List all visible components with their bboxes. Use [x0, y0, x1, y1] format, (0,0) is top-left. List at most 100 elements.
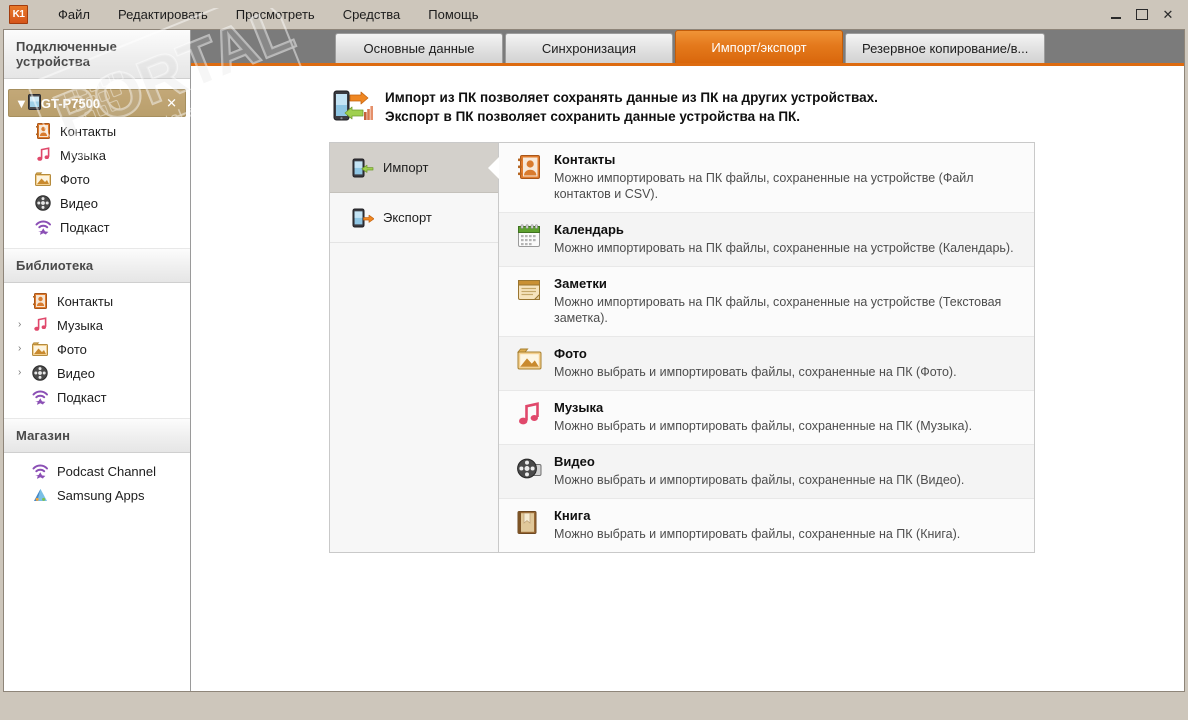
music-icon [34, 147, 52, 163]
tab-strip: Основные данные Синхронизация Импорт/экс… [191, 30, 1184, 66]
sidebar-section-store: Магазин [4, 418, 190, 453]
chevron-right-icon[interactable]: › [18, 344, 31, 354]
sidebar-item-label: Видео [60, 195, 98, 211]
sidebar-item-label: Контакты [60, 123, 117, 139]
minimize-icon[interactable] [1104, 4, 1128, 26]
export-icon [352, 208, 375, 228]
menu-file[interactable]: Файл [44, 4, 104, 25]
list-item-text: Календарь Можно импортировать на ПК файл… [554, 222, 1014, 256]
menu-bar: K1 Файл Редактировать Просмотреть Средст… [0, 0, 1188, 29]
video-icon [517, 456, 543, 482]
intro-line-1: Импорт из ПК позволяет сохранять данные … [385, 90, 878, 105]
list-item-music[interactable]: Музыка Можно выбрать и импортировать фай… [499, 391, 1034, 445]
tab-import-export[interactable]: Импорт/экспорт [675, 30, 843, 63]
sidebar-item-label: Музыка [60, 147, 106, 163]
sidebar-device-group: ▼ GT-P7500 ✕ Контакты Музыка Фото Видео … [4, 79, 190, 248]
close-icon[interactable]: ✕ [1156, 4, 1180, 26]
list-item-title: Музыка [554, 400, 604, 415]
list-item-desc: Можно импортировать на ПК файлы, сохране… [554, 171, 974, 201]
podcast-icon [31, 463, 49, 479]
sidebar-item-library-contacts[interactable]: Контакты [4, 289, 190, 313]
import-export-panel: Импорт Экспорт Контакты Можно импортиров… [329, 142, 1035, 553]
list-item-video[interactable]: Видео Можно выбрать и импортировать файл… [499, 445, 1034, 499]
chevron-right-icon[interactable]: › [18, 368, 31, 378]
menu-view[interactable]: Просмотреть [222, 4, 329, 25]
chevron-right-icon[interactable]: › [18, 320, 31, 330]
list-item-title: Фото [554, 346, 587, 361]
main-panel: Основные данные Синхронизация Импорт/экс… [191, 30, 1184, 691]
list-item-notes[interactable]: Заметки Можно импортировать на ПК файлы,… [499, 267, 1034, 337]
mode-import[interactable]: Импорт [330, 143, 498, 193]
sidebar-section-connected-devices: Подключенные устройства [4, 30, 190, 79]
notes-icon [517, 278, 543, 304]
import-items-list: Контакты Можно импортировать на ПК файлы… [499, 143, 1034, 552]
sidebar-item-library-podcast[interactable]: Подкаст [4, 385, 190, 409]
samsung-apps-icon [31, 487, 49, 503]
tab-sync[interactable]: Синхронизация [505, 33, 673, 63]
list-item-photo[interactable]: Фото Можно выбрать и импортировать файлы… [499, 337, 1034, 391]
import-export-icon [333, 90, 373, 126]
sidebar-item-library-video[interactable]: › Видео [4, 361, 190, 385]
intro-line-2: Экспорт в ПК позволяет сохранить данные … [385, 109, 801, 124]
mode-label: Экспорт [383, 210, 432, 225]
list-item-text: Видео Можно выбрать и импортировать файл… [554, 454, 964, 488]
sidebar-store-group: Podcast Channel Samsung Apps [4, 453, 190, 516]
list-item-desc: Можно импортировать на ПК файлы, сохране… [554, 241, 1014, 255]
contacts-icon [517, 154, 543, 180]
photo-icon [31, 341, 49, 357]
mode-export[interactable]: Экспорт [330, 193, 498, 243]
sidebar-item-device-music[interactable]: Музыка [20, 143, 190, 167]
video-icon [34, 195, 52, 211]
list-item-text: Фото Можно выбрать и импортировать файлы… [554, 346, 957, 380]
sidebar-item-samsung-apps[interactable]: Samsung Apps [4, 483, 190, 507]
list-item-desc: Можно выбрать и импортировать файлы, сох… [554, 365, 957, 379]
menu-tools[interactable]: Средства [329, 4, 415, 25]
calendar-icon [517, 224, 543, 250]
sidebar-item-library-photo[interactable]: › Фото [4, 337, 190, 361]
list-item-contacts[interactable]: Контакты Можно импортировать на ПК файлы… [499, 143, 1034, 213]
list-item-title: Контакты [554, 152, 616, 167]
sidebar-item-device-podcast[interactable]: Подкаст [20, 215, 190, 239]
list-item-title: Заметки [554, 276, 607, 291]
maximize-icon[interactable] [1130, 4, 1154, 26]
tab-backup-restore[interactable]: Резервное копирование/в... [845, 33, 1046, 63]
sidebar-library-group: Контакты › Музыка › Фото › Видео Подкаст [4, 283, 190, 418]
contacts-icon [34, 123, 52, 139]
sidebar-item-library-music[interactable]: › Музыка [4, 313, 190, 337]
device-close-icon[interactable]: ✕ [166, 97, 177, 110]
list-item-book[interactable]: Книга Можно выбрать и импортировать файл… [499, 499, 1034, 552]
sidebar-item-label: Фото [57, 341, 87, 357]
list-item-desc: Можно выбрать и импортировать файлы, сох… [554, 527, 961, 541]
sidebar-item-device-photo[interactable]: Фото [20, 167, 190, 191]
menu-edit[interactable]: Редактировать [104, 4, 222, 25]
sidebar-item-device-video[interactable]: Видео [20, 191, 190, 215]
chevron-down-icon[interactable]: ▼ [15, 96, 28, 111]
sidebar-item-podcast-channel[interactable]: Podcast Channel [4, 459, 190, 483]
sidebar-item-label: Музыка [57, 317, 103, 333]
music-icon [31, 317, 49, 333]
window-body: Подключенные устройства ▼ GT-P7500 ✕ Кон… [3, 29, 1185, 691]
status-bar [3, 691, 1185, 717]
sidebar: Подключенные устройства ▼ GT-P7500 ✕ Кон… [4, 30, 191, 691]
tab-basic-data[interactable]: Основные данные [335, 33, 503, 63]
sidebar-item-label: Samsung Apps [57, 487, 145, 503]
intro-banner: Импорт из ПК позволяет сохранять данные … [329, 66, 1184, 126]
photo-icon [34, 171, 52, 187]
application-window: K1 Файл Редактировать Просмотреть Средст… [0, 0, 1188, 720]
sidebar-device-label: GT-P7500 [40, 95, 101, 111]
sidebar-item-label: Контакты [57, 293, 114, 309]
list-item-title: Книга [554, 508, 591, 523]
contacts-icon [31, 293, 49, 309]
sidebar-section-library: Библиотека [4, 248, 190, 283]
sidebar-device-gt-p7500[interactable]: ▼ GT-P7500 ✕ [8, 89, 186, 117]
list-item-text: Книга Можно выбрать и импортировать файл… [554, 508, 960, 542]
list-item-title: Видео [554, 454, 595, 469]
menu-help[interactable]: Помощь [414, 4, 492, 25]
list-item-calendar[interactable]: Календарь Можно импортировать на ПК файл… [499, 213, 1034, 267]
mode-column: Импорт Экспорт [330, 143, 499, 552]
sidebar-item-label: Подкаст [57, 389, 107, 405]
podcast-icon [31, 389, 49, 405]
sidebar-item-device-contacts[interactable]: Контакты [20, 119, 190, 143]
sidebar-item-label: Фото [60, 171, 90, 187]
music-icon [517, 402, 543, 428]
